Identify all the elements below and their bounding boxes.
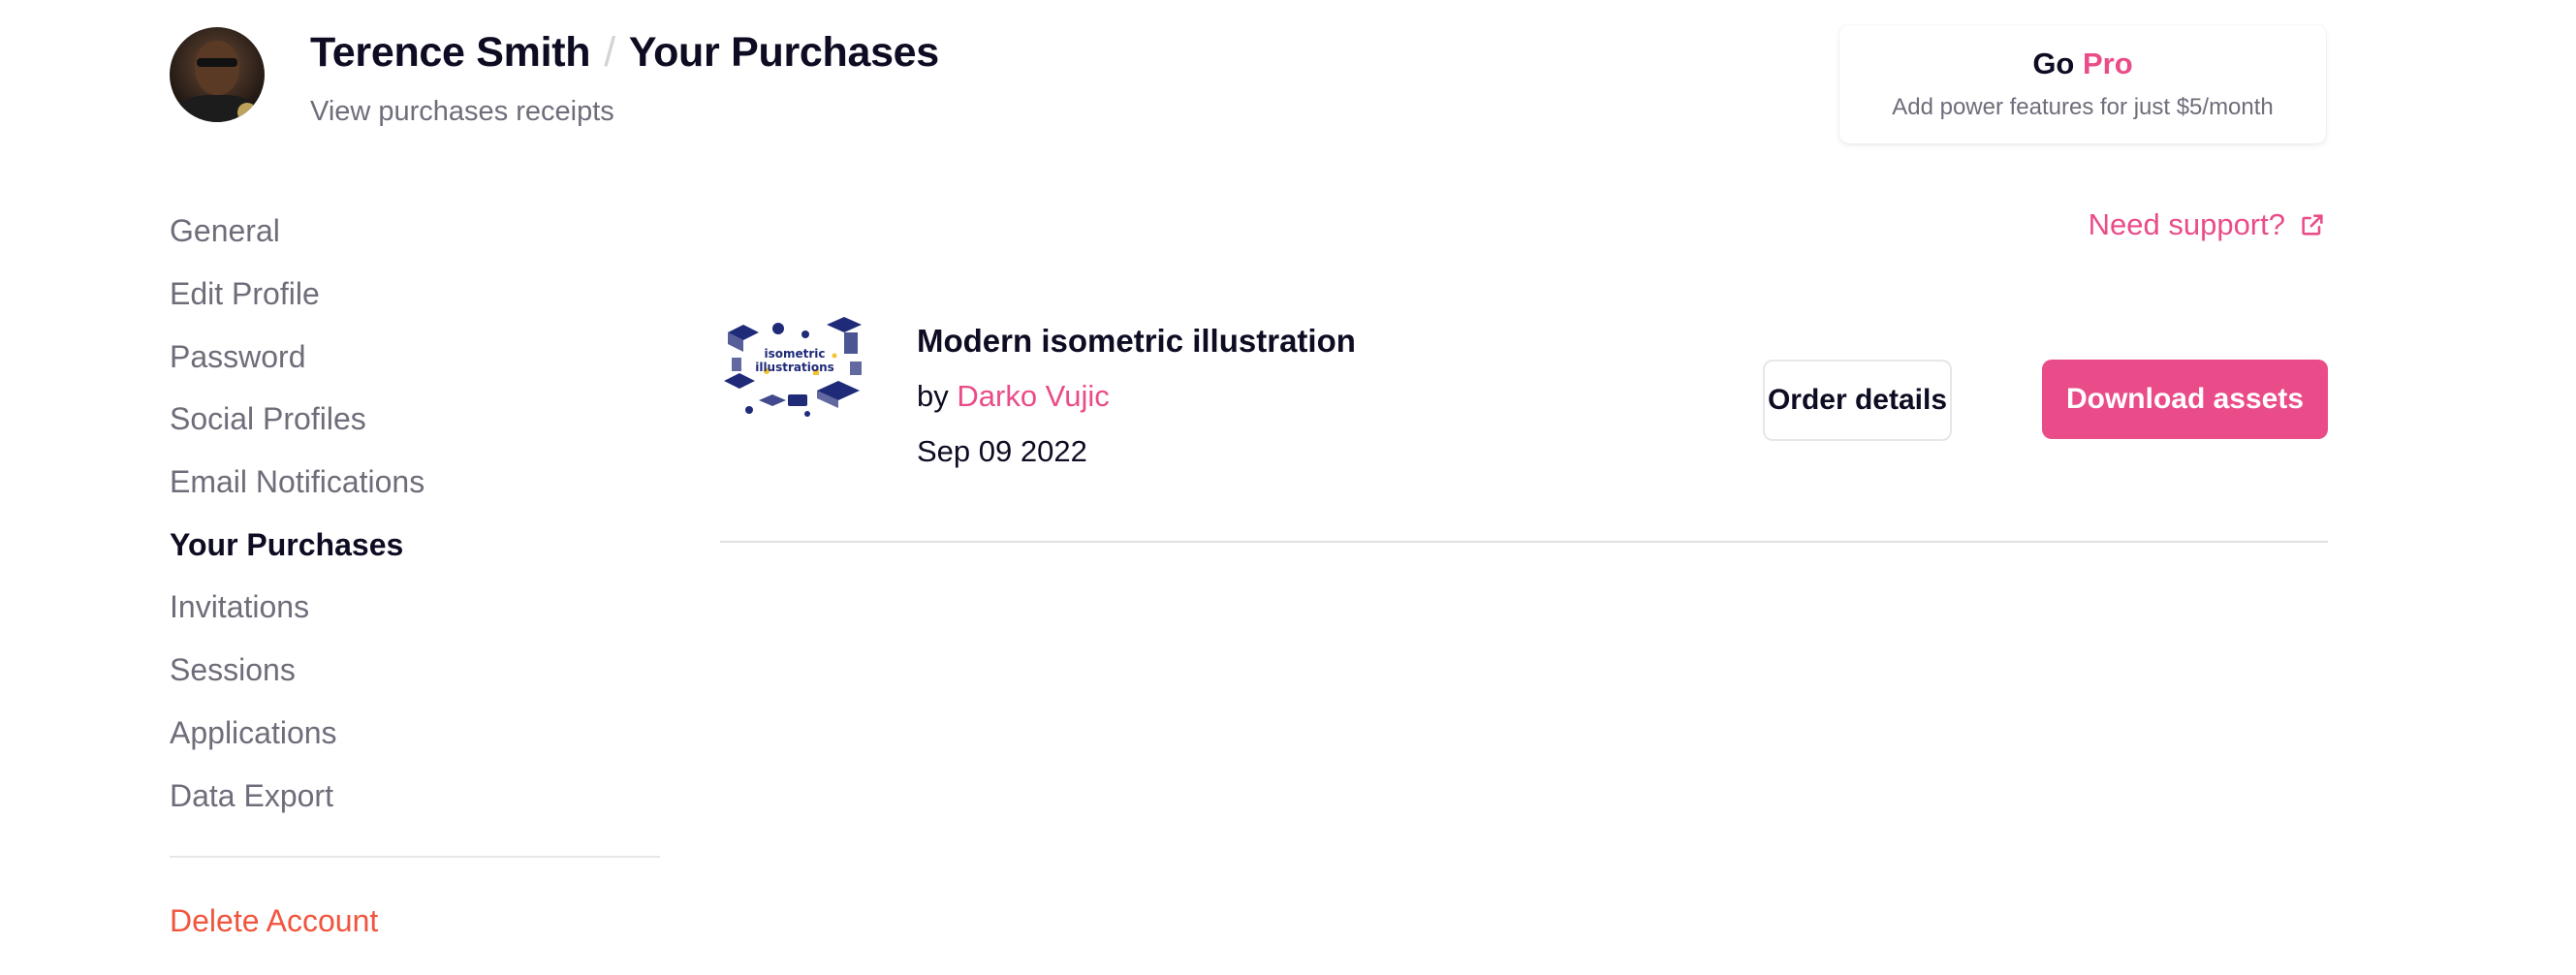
external-link-icon bbox=[2302, 214, 2323, 236]
sidebar-divider bbox=[170, 856, 660, 858]
sidebar-item-social-profiles[interactable]: Social Profiles bbox=[170, 401, 366, 437]
pro-label: Pro bbox=[2083, 47, 2133, 80]
purchase-divider bbox=[720, 541, 2328, 543]
avatar-glasses bbox=[197, 58, 237, 67]
go-pro-title: Go Pro bbox=[1839, 47, 2326, 81]
thumbnail-label: isometric bbox=[764, 347, 825, 361]
go-label: Go bbox=[2032, 47, 2075, 80]
need-support-label: Need support? bbox=[2088, 207, 2285, 241]
need-support-link[interactable]: Need support? bbox=[2089, 207, 2326, 242]
sidebar-item-applications[interactable]: Applications bbox=[170, 715, 337, 751]
sidebar-item-invitations[interactable]: Invitations bbox=[170, 589, 309, 625]
purchase-date: Sep 09 2022 bbox=[917, 434, 1087, 468]
sidebar-item-your-purchases[interactable]: Your Purchases bbox=[170, 527, 403, 563]
page-subtitle: View purchases receipts bbox=[310, 96, 614, 127]
purchase-thumbnail[interactable]: isometric illustrations bbox=[720, 313, 869, 422]
sidebar-item-general[interactable]: General bbox=[170, 213, 280, 249]
sidebar-item-email-notifications[interactable]: Email Notifications bbox=[170, 464, 424, 500]
by-prefix: by bbox=[917, 379, 949, 413]
go-pro-description: Add power features for just $5/month bbox=[1892, 94, 2274, 120]
thumbnail-label-2: illustrations bbox=[755, 361, 834, 374]
breadcrumb-separator: / bbox=[604, 29, 615, 76]
sidebar-item-password[interactable]: Password bbox=[170, 339, 306, 375]
order-details-button[interactable]: Order details bbox=[1763, 360, 1952, 441]
delete-account-link[interactable]: Delete Account bbox=[170, 903, 378, 939]
author-link[interactable]: Darko Vujic bbox=[957, 379, 1109, 413]
avatar[interactable] bbox=[170, 27, 265, 122]
avatar-light bbox=[237, 103, 257, 122]
sidebar-item-data-export[interactable]: Data Export bbox=[170, 778, 333, 814]
breadcrumb-page: Your Purchases bbox=[628, 29, 939, 76]
sidebar-item-sessions[interactable]: Sessions bbox=[170, 652, 296, 688]
breadcrumb-user[interactable]: Terence Smith bbox=[310, 29, 591, 76]
avatar-face bbox=[195, 41, 239, 95]
purchase-title[interactable]: Modern isometric illustration bbox=[917, 323, 1356, 360]
go-pro-card[interactable]: Go Pro Add power features for just $5/mo… bbox=[1839, 25, 2326, 143]
download-assets-button[interactable]: Download assets bbox=[2042, 360, 2328, 439]
isometric-illustration-image: isometric illustrations bbox=[720, 313, 869, 422]
sidebar-item-edit-profile[interactable]: Edit Profile bbox=[170, 276, 320, 312]
purchase-author-line: by Darko Vujic bbox=[917, 379, 1110, 414]
page-title: Terence Smith / Your Purchases bbox=[310, 29, 939, 77]
